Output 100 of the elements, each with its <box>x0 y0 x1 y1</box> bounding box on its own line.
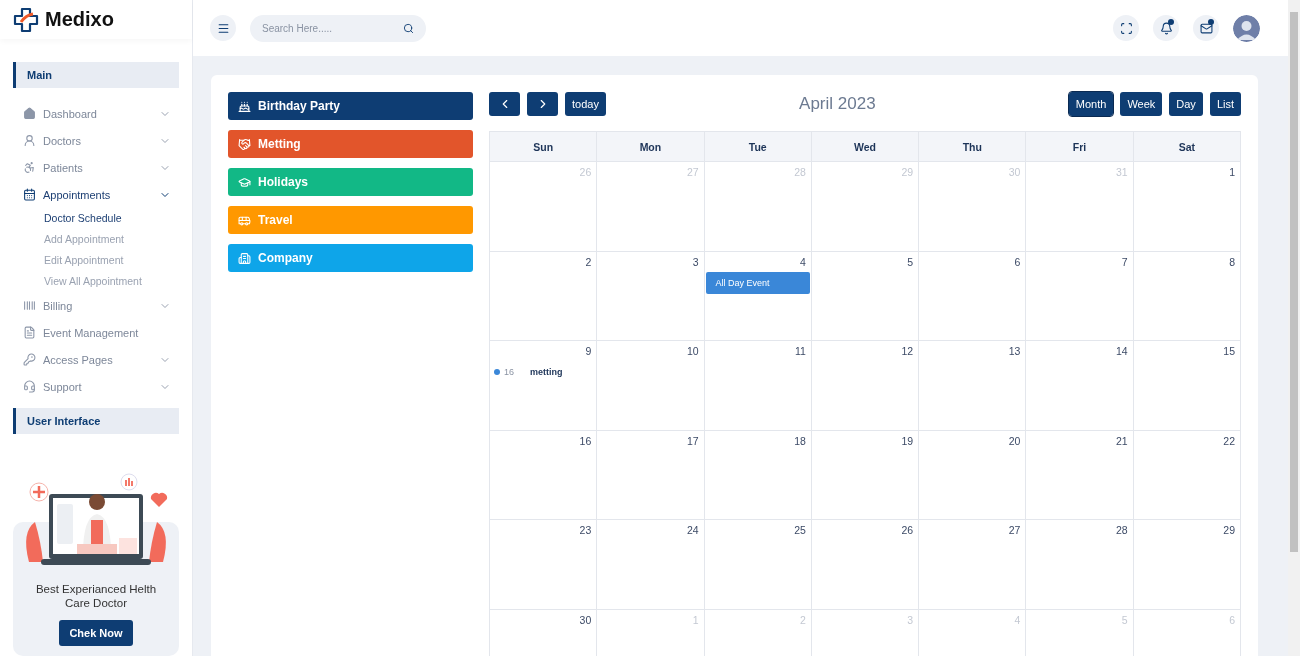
weekday-header: Tue <box>704 132 812 162</box>
day-cell[interactable]: 22 <box>1133 430 1241 520</box>
event-type[interactable]: Metting <box>228 130 473 158</box>
day-cell[interactable]: 25 <box>704 520 812 610</box>
search-field[interactable]: Search Here..... <box>250 14 426 42</box>
calendar-event[interactable]: metting <box>530 367 563 377</box>
day-number: 14 <box>1116 345 1129 357</box>
day-cell[interactable]: 26 <box>811 520 920 610</box>
weekday-header: Mon <box>597 132 705 162</box>
day-number: 15 <box>1223 345 1236 357</box>
view-button[interactable]: List <box>1209 92 1241 116</box>
scrollbar[interactable] <box>1288 0 1300 656</box>
search-icon <box>403 22 414 34</box>
day-cell[interactable]: 3 <box>597 251 705 341</box>
promo-text: Best Experianced Helth Care Doctor <box>34 582 158 610</box>
day-number: 11 <box>794 345 807 357</box>
day-number: 31 <box>1116 166 1129 178</box>
handshake-icon <box>238 137 251 151</box>
day-cell[interactable]: 6 <box>919 251 1027 341</box>
day-cell[interactable]: 29 <box>1133 520 1241 610</box>
next-button[interactable] <box>527 92 558 116</box>
day-cell[interactable]: 12 <box>811 341 920 431</box>
day-cell[interactable]: 7 <box>1026 251 1134 341</box>
section-title: User Interface <box>13 408 179 434</box>
sidebar-item[interactable]: Appointments <box>13 181 179 208</box>
calendar-event[interactable]: All Day Event <box>705 271 810 294</box>
day-cell[interactable]: 5 <box>811 251 920 341</box>
menu-icon <box>216 21 230 35</box>
event-dot <box>494 369 500 375</box>
day-cell[interactable]: 1 <box>1133 162 1241 252</box>
day-number: 13 <box>1008 345 1022 357</box>
view-button[interactable]: Day <box>1169 92 1203 116</box>
day-number: 25 <box>794 524 807 536</box>
day-cell[interactable]: 28 <box>1026 520 1134 610</box>
menu-button[interactable] <box>210 15 236 41</box>
day-number: 18 <box>794 434 807 447</box>
view-button[interactable]: Month <box>1068 92 1114 116</box>
submenu-item[interactable]: Doctor Schedule <box>13 208 179 229</box>
logo-icon <box>13 6 39 33</box>
day-cell[interactable]: 4 All Day Event <box>704 251 812 341</box>
day-cell[interactable]: 27 <box>919 520 1027 610</box>
day-number: 8 <box>1229 255 1236 268</box>
weekday-header: Sun <box>490 132 598 162</box>
sidebar-item[interactable]: Billing <box>13 292 179 319</box>
day-number: 26 <box>901 524 915 536</box>
day-number: 29 <box>901 166 915 178</box>
day-cell[interactable]: 19 <box>811 430 920 520</box>
day-number: 17 <box>686 434 700 447</box>
day-number: 28 <box>1116 524 1129 536</box>
sidebar-item[interactable]: Patients <box>13 154 179 181</box>
weekday-header: Fri <box>1026 132 1134 162</box>
today-button[interactable]: today <box>565 92 606 116</box>
day-number: 1 <box>1229 166 1236 178</box>
messages-button[interactable] <box>1193 15 1219 41</box>
day-number: 2 <box>585 255 593 268</box>
day-cell[interactable]: 20 <box>919 430 1027 520</box>
day-number: 4 <box>800 255 807 268</box>
day-cell[interactable]: 17 <box>597 430 705 520</box>
sidebar-item[interactable]: Doctors <box>13 127 179 154</box>
day-cell[interactable]: 14 <box>1026 341 1134 431</box>
day-number: 22 <box>1223 434 1236 447</box>
day-number: 30 <box>1008 166 1022 178</box>
event-type[interactable]: Birthday Party <box>228 92 473 120</box>
day-number: 21 <box>1116 434 1129 447</box>
day-cell[interactable]: 23 <box>490 520 598 610</box>
day-cell[interactable]: 10 <box>597 341 705 431</box>
day-cell[interactable]: 8 <box>1133 251 1241 341</box>
view-button[interactable]: Week <box>1120 92 1163 116</box>
day-number: 9 <box>585 345 593 357</box>
notifications-button[interactable] <box>1153 15 1179 41</box>
sidebar-item[interactable]: Event Management <box>13 319 179 346</box>
day-cell[interactable]: 9 16 metting <box>490 341 598 431</box>
key-icon <box>23 353 36 366</box>
fullscreen-button[interactable] <box>1113 15 1139 41</box>
weekday-header: Wed <box>811 132 920 162</box>
sidebar-item[interactable]: Support <box>13 373 179 400</box>
sidebar-item[interactable]: Dashboard <box>13 100 179 127</box>
day-number: 1 <box>692 613 700 626</box>
day-cell[interactable]: 24 <box>597 520 705 610</box>
building-icon <box>238 251 251 265</box>
day-cell[interactable]: 15 <box>1133 341 1241 431</box>
day-cell[interactable]: 11 <box>704 341 812 431</box>
previous-button[interactable] <box>489 92 520 116</box>
day-number: 6 <box>1229 613 1236 626</box>
fullscreen-icon <box>1119 21 1133 35</box>
brand-name: Medixo <box>45 8 114 31</box>
cake-icon <box>238 99 251 113</box>
day-cell[interactable]: 30 <box>490 609 598 656</box>
weekday-header: Sat <box>1133 132 1241 162</box>
day-number: 19 <box>901 434 915 447</box>
day-cell[interactable]: 16 <box>490 430 598 520</box>
day-cell[interactable]: 21 <box>1026 430 1134 520</box>
weekday-header: Thu <box>919 132 1027 162</box>
day-cell[interactable]: 2 <box>490 251 598 341</box>
check-now-button[interactable]: Chek Now <box>59 620 133 646</box>
day-number: 24 <box>686 524 700 536</box>
day-cell[interactable]: 18 <box>704 430 812 520</box>
user-avatar[interactable] <box>1233 14 1260 42</box>
day-cell[interactable]: 13 <box>919 341 1027 431</box>
sidebar-item[interactable]: Access Pages <box>13 346 179 373</box>
